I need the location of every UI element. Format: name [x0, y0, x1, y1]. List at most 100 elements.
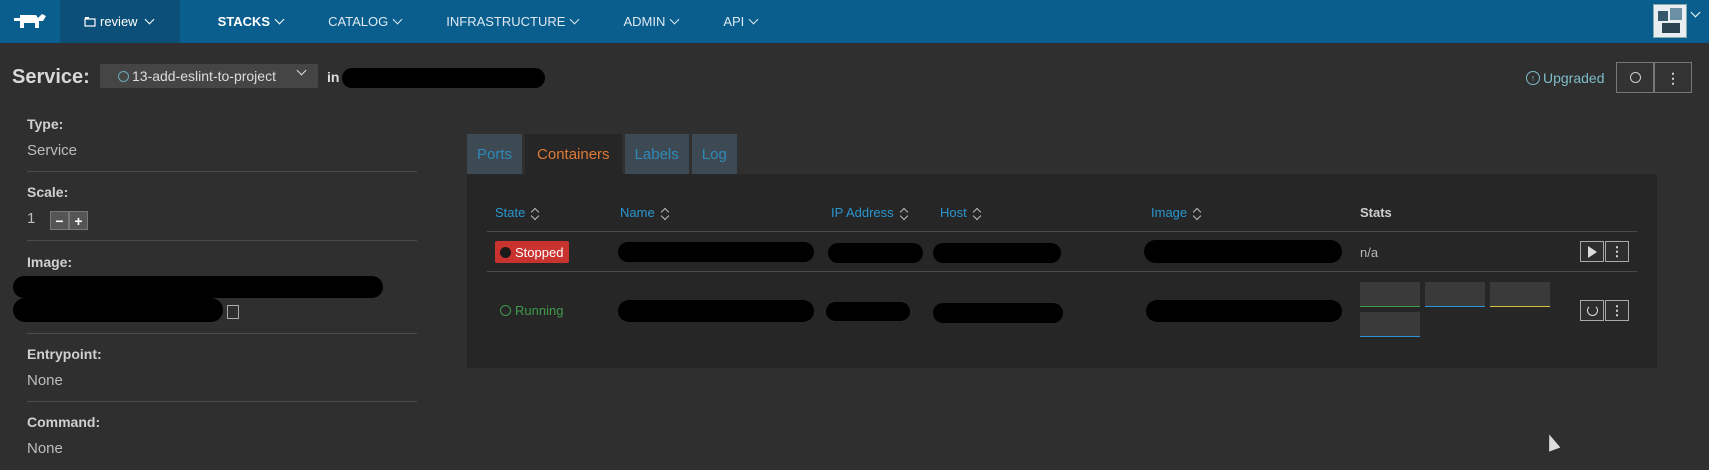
sort-icon	[531, 207, 539, 219]
chevron-down-icon	[669, 14, 680, 25]
redacted-ip	[828, 243, 923, 263]
redacted-image	[1146, 300, 1342, 322]
nav-infrastructure[interactable]: INFRASTRUCTURE	[446, 14, 581, 29]
storage-sparkline	[1360, 312, 1420, 337]
scale-decrease-button[interactable]: −	[50, 211, 69, 230]
more-actions-button[interactable]: ⋮	[1654, 62, 1692, 93]
environment-selector[interactable]: review	[60, 0, 180, 43]
chevron-down-icon	[748, 14, 759, 25]
sort-icon	[973, 207, 981, 219]
avatar[interactable]	[1653, 4, 1687, 38]
divider	[27, 401, 417, 402]
restart-icon	[1586, 305, 1598, 316]
nav-stacks[interactable]: STACKS	[218, 14, 286, 29]
top-navbar: review STACKS CATALOG INFRASTRUCTURE ADM…	[0, 0, 1709, 43]
network-sparkline	[1490, 282, 1550, 307]
environment-label: review	[100, 14, 138, 29]
redacted-stack-name	[342, 68, 545, 88]
copy-icon[interactable]	[227, 305, 239, 319]
column-header-name[interactable]: Name	[620, 205, 669, 220]
memory-sparkline	[1425, 282, 1485, 307]
redacted-image	[1144, 240, 1342, 263]
tab-containers[interactable]: Containers	[525, 134, 622, 174]
finish-upgrade-button[interactable]	[1616, 62, 1654, 93]
header-host-label: Host	[940, 205, 967, 220]
check-circle-icon	[1629, 72, 1641, 83]
question-circle-icon	[118, 71, 129, 82]
detail-tabs: Ports Containers Labels Log	[467, 134, 737, 174]
cpu-sparkline	[1360, 282, 1420, 307]
nav-admin[interactable]: ADMIN	[623, 14, 681, 29]
row-actions-button[interactable]: ⋮	[1605, 300, 1629, 321]
status-badge: Stopped	[495, 241, 570, 263]
chevron-down-icon	[296, 65, 307, 76]
chevron-down-icon	[144, 14, 155, 25]
redacted-container-name[interactable]	[618, 242, 814, 262]
nav-admin-label: ADMIN	[623, 14, 666, 29]
column-header-image[interactable]: Image	[1151, 205, 1201, 220]
service-selector[interactable]: 13-add-eslint-to-project	[100, 64, 318, 88]
divider	[27, 171, 417, 172]
service-name: 13-add-eslint-to-project	[132, 68, 276, 84]
chevron-down-icon	[569, 14, 580, 25]
divider	[27, 240, 417, 241]
nav-stacks-label: STACKS	[217, 14, 271, 29]
redacted-image-name	[13, 276, 383, 298]
entrypoint-label: Entrypoint:	[27, 346, 102, 362]
tab-ports[interactable]: Ports	[467, 134, 523, 174]
nav-catalog[interactable]: CATALOG	[328, 14, 404, 29]
tab-labels[interactable]: Labels	[624, 134, 689, 174]
image-label: Image:	[27, 254, 73, 270]
column-header-state[interactable]: State	[495, 205, 539, 220]
row-actions-button[interactable]: ⋮	[1605, 241, 1629, 262]
chevron-down-icon	[274, 14, 285, 25]
nav-catalog-label: CATALOG	[328, 14, 389, 29]
column-header-host[interactable]: Host	[940, 205, 981, 220]
status-badge: Running	[500, 303, 563, 318]
sort-icon	[1193, 207, 1201, 219]
scale-stepper: − +	[50, 211, 88, 230]
play-icon	[1587, 245, 1597, 258]
column-header-stats: Stats	[1360, 205, 1392, 220]
redacted-host[interactable]	[933, 303, 1063, 323]
scale-increase-button[interactable]: +	[69, 211, 88, 230]
tab-log[interactable]: Log	[691, 134, 737, 174]
sort-icon	[900, 207, 908, 219]
scale-value: 1	[27, 210, 36, 227]
header-state-label: State	[495, 205, 526, 220]
table-divider	[487, 271, 1637, 272]
status-label: Running	[515, 303, 564, 318]
header-image-label: Image	[1151, 205, 1188, 220]
service-state: ↑ Upgraded	[1526, 70, 1605, 86]
scale-label: Scale:	[27, 184, 69, 200]
rancher-logo[interactable]	[0, 0, 60, 43]
type-value: Service	[27, 142, 78, 159]
start-button[interactable]	[1580, 241, 1604, 262]
upgrade-icon: ↑	[1526, 71, 1540, 85]
redacted-host[interactable]	[933, 243, 1061, 263]
command-label: Command:	[27, 414, 101, 430]
state-label: Upgraded	[1543, 70, 1605, 86]
nav-infrastructure-label: INFRASTRUCTURE	[446, 14, 566, 29]
restart-button[interactable]	[1580, 300, 1604, 321]
main-nav: STACKS CATALOG INFRASTRUCTURE ADMIN API	[180, 14, 761, 29]
type-label: Type:	[27, 116, 64, 132]
entrypoint-value: None	[27, 372, 63, 389]
divider	[27, 333, 417, 334]
redacted-container-name[interactable]	[618, 300, 814, 322]
page-title: Service:	[12, 66, 90, 88]
more-vertical-icon: ⋮	[1610, 243, 1624, 259]
stopped-icon	[500, 246, 511, 258]
redacted-ip	[826, 302, 910, 321]
nav-api-label: API	[723, 14, 745, 29]
more-vertical-icon: ⋮	[1610, 302, 1624, 318]
folder-icon	[84, 17, 96, 27]
running-icon	[500, 305, 511, 316]
chevron-down-icon[interactable]	[1690, 7, 1701, 18]
redacted-image-name	[13, 298, 223, 322]
header-ip-label: IP Address	[831, 205, 894, 220]
nav-api[interactable]: API	[723, 14, 760, 29]
column-header-ip[interactable]: IP Address	[831, 205, 908, 220]
in-label: in	[327, 69, 340, 85]
sort-icon	[661, 207, 669, 219]
